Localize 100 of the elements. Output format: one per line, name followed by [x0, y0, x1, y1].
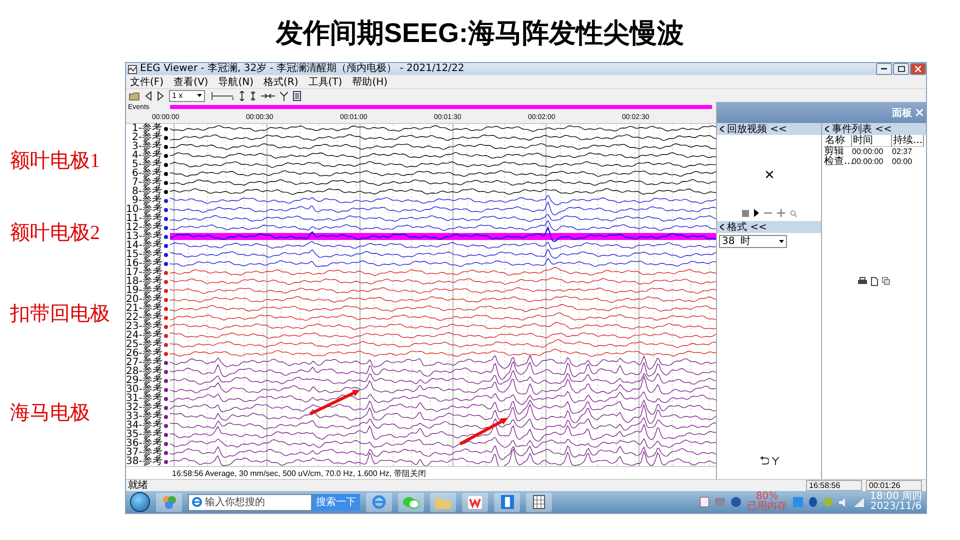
status-text: 就绪 — [128, 480, 149, 491]
folder-icon — [435, 496, 451, 508]
channel-label: 27-参考 — [126, 358, 162, 367]
menu-item[interactable]: 查看(V) — [174, 74, 208, 88]
filter-icon[interactable] — [280, 90, 288, 100]
maximize-button[interactable] — [893, 63, 909, 75]
channel-label: 6-参考 — [132, 169, 162, 178]
menu-item[interactable]: 文件(F) — [130, 74, 164, 88]
compress-horizontal-icon[interactable] — [261, 90, 275, 100]
channel-label: 2-参考 — [132, 133, 162, 142]
channel-label: 38-参考 — [126, 457, 162, 466]
tray-app-icon[interactable] — [700, 497, 709, 507]
slide-title: 发作间期SEEG:海马阵发性尖慢波 — [274, 17, 686, 50]
channel-label: 26-参考 — [126, 349, 162, 358]
channel-label: 8-参考 — [132, 187, 162, 196]
taskbar-app[interactable] — [526, 492, 552, 512]
w-logo-icon — [468, 496, 482, 508]
channel-label: 12-参考 — [126, 223, 162, 232]
collapse-icon[interactable] — [720, 224, 724, 230]
expand-vertical-icon[interactable] — [239, 90, 245, 100]
channel-label: 3-参考 — [132, 142, 162, 151]
minimize-button[interactable] — [876, 63, 892, 75]
section-title: 事件列表 << — [832, 122, 892, 135]
spreadsheet-icon — [533, 495, 545, 509]
colorful-petals-icon — [162, 495, 176, 509]
taskbar-app[interactable] — [494, 492, 520, 512]
play-icon[interactable] — [754, 209, 758, 217]
channel-label: 18-参考 — [126, 277, 162, 286]
menu-item[interactable]: 格式(R) — [264, 74, 298, 88]
minimize-icon — [881, 68, 887, 70]
close-icon — [915, 66, 921, 72]
browser-e-icon — [192, 497, 202, 507]
electrode-label: 海马电极 — [10, 400, 90, 426]
no-video-icon — [766, 170, 772, 178]
slider-icon[interactable] — [210, 90, 234, 100]
start-button[interactable] — [130, 492, 150, 512]
search-icon[interactable] — [790, 210, 796, 216]
channel-label: 28-参考 — [126, 367, 162, 376]
status-time: 16:58:56 — [806, 480, 862, 491]
menu-item[interactable]: 帮助(H) — [352, 74, 388, 88]
channel-label: 4-参考 — [132, 151, 162, 160]
print-icon[interactable] — [858, 277, 867, 285]
channel-label: 9-参考 — [132, 196, 162, 205]
channel-label: 16-参考 — [126, 259, 162, 268]
search-field[interactable]: 输入你想搜的 — [188, 494, 312, 510]
channel-label: 7-参考 — [132, 178, 162, 187]
table-cell-text: 00:00:00 — [852, 157, 884, 167]
channel-label: 14-参考 — [126, 241, 162, 250]
filter-icon[interactable] — [772, 456, 778, 465]
channel-label: 15-参考 — [126, 250, 162, 259]
previous-icon[interactable] — [145, 90, 152, 100]
table-cell-text: 剪辑 — [824, 147, 845, 157]
channel-label: 17-参考 — [126, 268, 162, 277]
page-icon[interactable] — [871, 277, 878, 286]
channel-label: 33-参考 — [126, 412, 162, 421]
chat-bubbles-icon — [403, 496, 419, 508]
caret-icon — [197, 94, 202, 97]
copy-icon[interactable] — [882, 277, 890, 285]
channel-label: 24-参考 — [126, 331, 162, 340]
table-cell: 检查... — [824, 157, 852, 167]
channel-label: 10-参考 — [126, 205, 162, 214]
arrow — [309, 390, 360, 416]
next-icon[interactable] — [157, 90, 164, 100]
montage-status: 16:58:56 Average, 30 mm/sec, 500 uV/cm, 70.0 Hz, 1.600 Hz, 带阻关闭 — [172, 468, 426, 478]
table-cell-text: 00:00:00 — [852, 147, 884, 157]
channel-label: 32-参考 — [126, 403, 162, 412]
collapse-icon[interactable] — [825, 126, 829, 132]
compress-vertical-icon[interactable] — [250, 90, 256, 100]
browser-e-icon — [372, 495, 386, 509]
format-dropdown[interactable]: 38 时 — [719, 235, 787, 248]
column-header[interactable]: 名称 — [824, 135, 852, 147]
channel-label: 37-参考 — [126, 448, 162, 457]
plus-icon[interactable] — [776, 209, 784, 217]
electrode-label: 额叶电极1 — [10, 148, 100, 174]
stop-icon[interactable] — [742, 210, 748, 216]
close-button[interactable] — [910, 63, 926, 75]
channel-label: 30-参考 — [126, 385, 162, 394]
channel-label: 29-参考 — [126, 376, 162, 385]
collapse-icon[interactable] — [720, 126, 724, 132]
taskbar-app[interactable] — [462, 492, 488, 512]
arrow — [459, 418, 508, 446]
column-header[interactable]: 持续... — [892, 135, 924, 147]
channel-label: 25-参考 — [126, 340, 162, 349]
channel-label: 23-参考 — [126, 322, 162, 331]
channel-label: 34-参考 — [126, 421, 162, 430]
table-cell-text: 02:37 — [892, 147, 914, 157]
channel-label: 13-参考 — [126, 232, 162, 241]
menu-item[interactable]: 工具(T) — [308, 74, 342, 88]
column-header[interactable]: 时间 — [852, 135, 892, 147]
channel-label: 5-参考 — [132, 160, 162, 169]
undo-icon[interactable] — [760, 456, 768, 465]
status-elapsed: 00:01:26 — [866, 480, 922, 491]
memory-usage: 80% 已用内存 — [747, 492, 787, 512]
close-icon[interactable] — [916, 109, 923, 116]
menu-item[interactable]: 导航(N) — [218, 74, 254, 88]
channel-label: 36-参考 — [126, 439, 162, 448]
channel-label: 1-参考 — [132, 124, 162, 133]
panel-title: 面板 — [892, 106, 912, 120]
speed-dropdown[interactable]: 1 x — [169, 90, 205, 102]
document-icon[interactable] — [293, 90, 301, 100]
